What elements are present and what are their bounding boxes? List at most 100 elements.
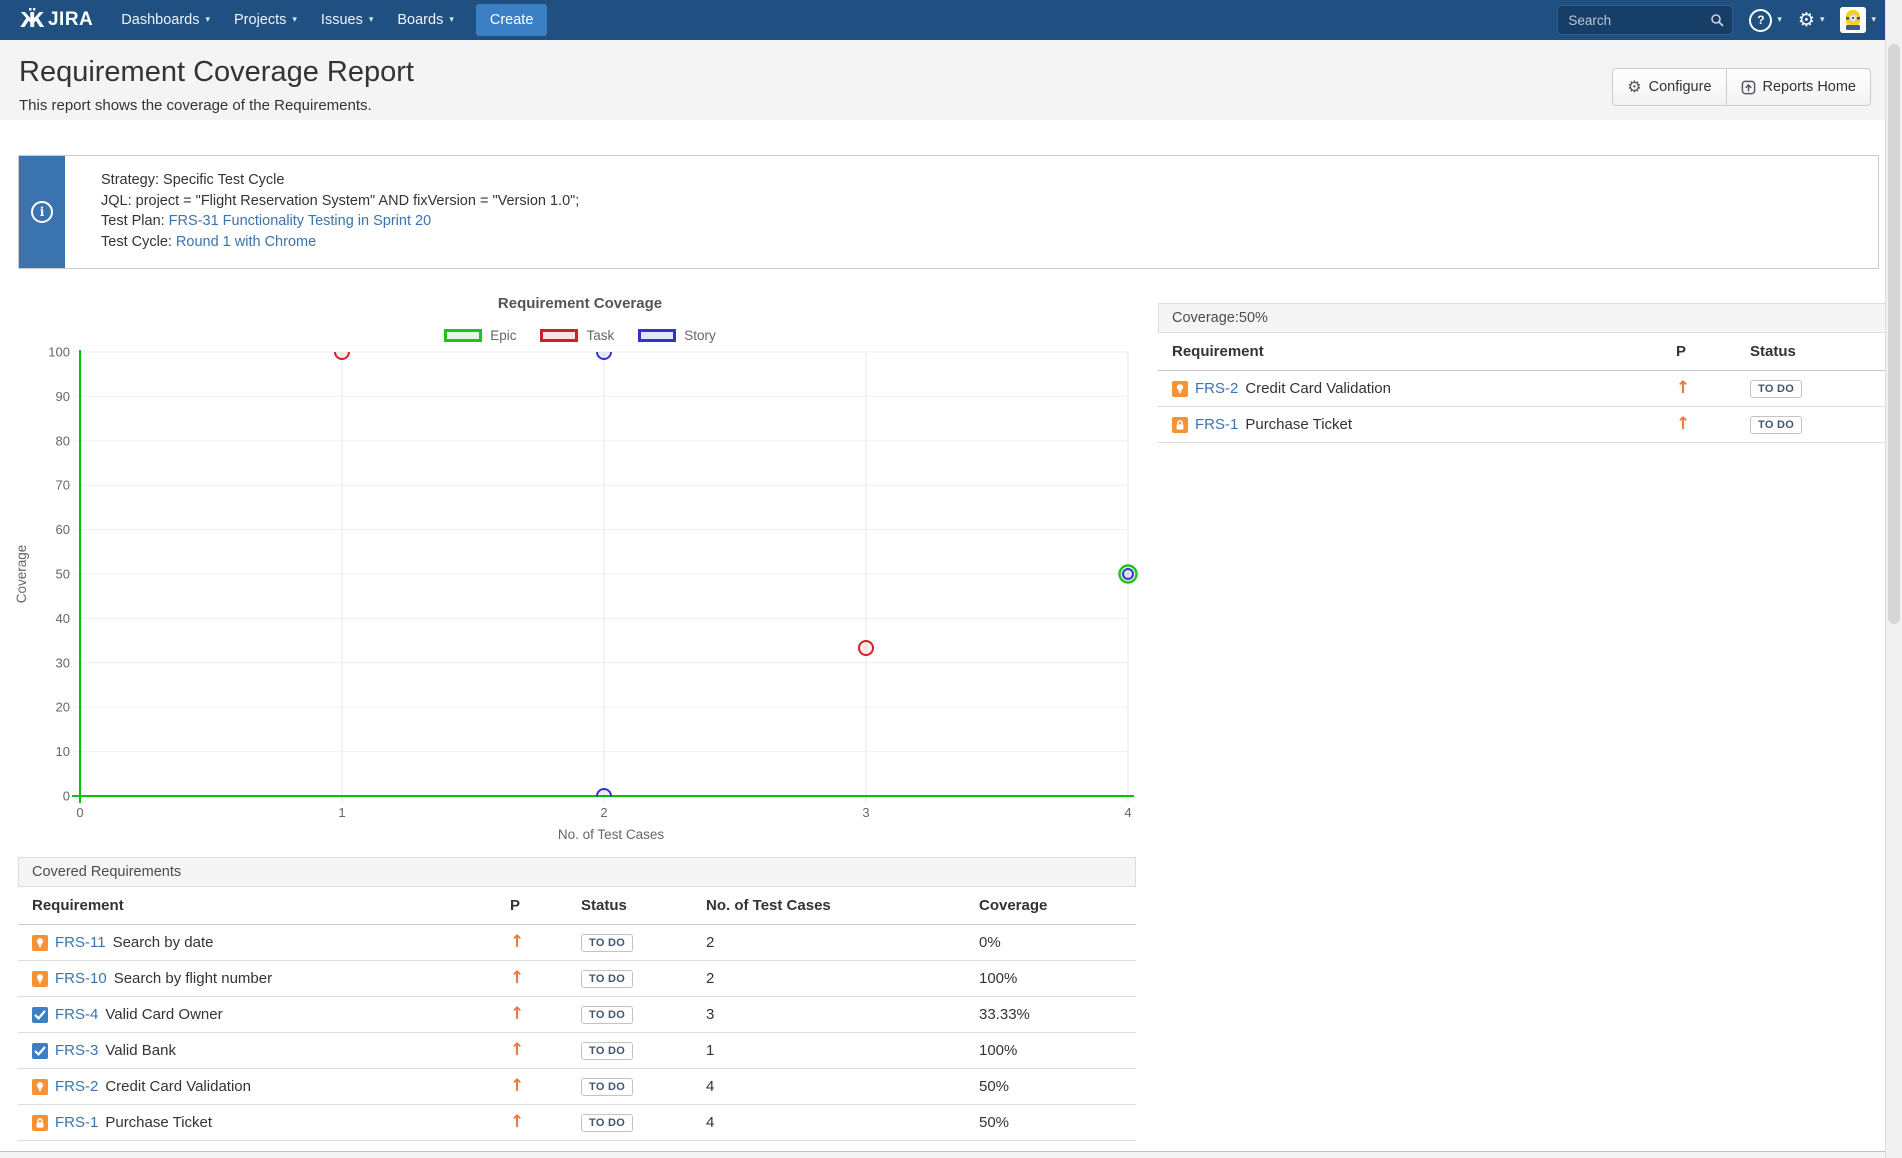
test-plan-link[interactable]: FRS-31 Functionality Testing in Sprint 2… xyxy=(169,213,431,229)
issue-summary: Credit Card Validation xyxy=(105,1078,251,1095)
priority-cell: ↑ xyxy=(510,1042,581,1059)
lock-icon xyxy=(1172,417,1188,433)
test-cycle-link[interactable]: Round 1 with Chrome xyxy=(176,234,316,250)
legend-swatch-icon xyxy=(444,329,482,342)
nav-item-projects[interactable]: Projects▾ xyxy=(222,0,309,40)
configure-button[interactable]: ⚙ Configure xyxy=(1612,68,1726,106)
coverage-value: 50% xyxy=(979,1114,1136,1131)
legend-label: Task xyxy=(586,328,614,343)
status-cell: TO DO xyxy=(581,1077,706,1096)
svg-text:No. of Test Cases: No. of Test Cases xyxy=(558,827,665,842)
status-cell: TO DO xyxy=(581,1005,706,1024)
create-button[interactable]: Create xyxy=(476,4,548,36)
check-icon xyxy=(32,1007,48,1023)
nav-item-label: Issues xyxy=(321,12,363,28)
nav-item-label: Boards xyxy=(397,12,443,28)
issue-key-link[interactable]: FRS-11 xyxy=(55,934,106,951)
user-menu[interactable]: ▾ xyxy=(1840,7,1876,33)
vertical-scrollbar[interactable] xyxy=(1885,0,1902,1158)
chevron-down-icon: ▾ xyxy=(1777,15,1782,25)
navbar-right: ? ▾ ⚙ ▾ ▾ xyxy=(1557,5,1876,35)
requirement-coverage-report-page: Ӝ JIRA Dashboards▾Projects▾Issues▾Boards… xyxy=(0,0,1902,1158)
coverage-panel-column-headers: Requirement P Status xyxy=(1158,333,1886,371)
scrollbar-thumb[interactable] xyxy=(1888,44,1900,624)
issue-key-link[interactable]: FRS-1 xyxy=(1195,416,1238,433)
status-cell: TO DO xyxy=(581,933,706,952)
legend-swatch-icon xyxy=(638,329,676,342)
priority-up-icon: ↑ xyxy=(510,1040,524,1060)
legend-task: Task xyxy=(540,328,614,343)
reports-home-button[interactable]: Reports Home xyxy=(1727,68,1871,106)
svg-text:30: 30 xyxy=(56,655,70,670)
chevron-down-icon: ▾ xyxy=(292,15,297,25)
requirement-coverage-chart: Requirement Coverage EpicTaskStory 01020… xyxy=(0,295,1160,855)
status-badge: TO DO xyxy=(581,1114,633,1132)
issue-summary: Purchase Ticket xyxy=(105,1114,212,1131)
svg-text:Coverage: Coverage xyxy=(14,545,29,604)
nav-item-boards[interactable]: Boards ▾ xyxy=(385,0,465,40)
search-input[interactable] xyxy=(1566,12,1710,29)
chevron-down-icon: ▾ xyxy=(449,15,454,25)
requirement-cell: FRS-10 Search by flight number xyxy=(18,970,510,987)
coverage-panel: Coverage:50% Requirement P Status FRS-2C… xyxy=(1158,303,1886,443)
issue-key-link[interactable]: FRS-4 xyxy=(55,1006,98,1023)
issue-summary: Valid Card Owner xyxy=(105,1006,222,1023)
coverage-value: 100% xyxy=(979,970,1136,987)
issue-key-link[interactable]: FRS-2 xyxy=(1195,380,1238,397)
help-menu[interactable]: ? ▾ xyxy=(1749,9,1782,32)
status-badge: TO DO xyxy=(581,970,633,988)
report-info-box: i Strategy:Specific Test Cycle JQL:proje… xyxy=(18,155,1879,269)
coverage-scatter-plot: 010203040506070809010001234No. of Test C… xyxy=(0,345,1160,850)
info-icon: i xyxy=(31,201,53,223)
test-cases-value: 1 xyxy=(706,1042,979,1059)
requirement-cell: FRS-3Valid Bank xyxy=(18,1042,510,1059)
main-nav: Dashboards▾Projects▾Issues▾Boards▾ xyxy=(109,0,466,40)
chevron-down-icon: ▾ xyxy=(369,15,374,25)
info-content: Strategy:Specific Test Cycle JQL:project… xyxy=(65,156,579,268)
requirement-cell: FRS-2 Credit Card Validation xyxy=(18,1078,510,1095)
requirement-cell: FRS-1 Purchase Ticket xyxy=(18,1114,510,1131)
top-navbar: Ӝ JIRA Dashboards▾Projects▾Issues▾Boards… xyxy=(0,0,1902,40)
status-cell: TO DO xyxy=(581,1113,706,1132)
test-cases-value: 2 xyxy=(706,970,979,987)
issue-key-link[interactable]: FRS-2 xyxy=(55,1078,98,1095)
bulb-icon xyxy=(32,971,48,987)
priority-up-icon: ↑ xyxy=(510,1004,524,1024)
chevron-down-icon: ▾ xyxy=(1871,15,1876,25)
requirement-cell: FRS-11Search by date xyxy=(18,934,510,951)
priority-cell: ↑ xyxy=(510,1006,581,1023)
strategy-line: Strategy:Specific Test Cycle xyxy=(101,170,579,191)
lock-icon xyxy=(32,1115,48,1131)
status-cell: TO DO xyxy=(581,969,706,988)
settings-menu[interactable]: ⚙ ▾ xyxy=(1798,11,1825,30)
test-plan-line: Test Plan:FRS-31 Functionality Testing i… xyxy=(101,211,579,232)
priority-cell: ↑ xyxy=(1676,380,1750,397)
issue-key-link[interactable]: FRS-1 xyxy=(55,1114,98,1131)
jira-logo[interactable]: Ӝ JIRA xyxy=(20,9,93,31)
issue-summary: Search by flight number xyxy=(114,970,272,987)
test-cycle-line: Test Cycle:Round 1 with Chrome xyxy=(101,232,579,253)
issue-summary: Purchase Ticket xyxy=(1245,416,1352,433)
status-badge: TO DO xyxy=(581,1078,633,1096)
nav-item-label: Dashboards xyxy=(121,12,199,28)
svg-text:0: 0 xyxy=(76,805,83,820)
coverage-value: 100% xyxy=(979,1042,1136,1059)
requirement-cell: FRS-4 Valid Card Owner xyxy=(18,1006,510,1023)
bulb-icon xyxy=(32,935,48,951)
svg-text:100: 100 xyxy=(48,345,70,360)
issue-key-link[interactable]: FRS-10 xyxy=(55,970,107,987)
chevron-down-icon: ▾ xyxy=(205,15,210,25)
table-row: FRS-1Purchase Ticket↑TO DO450% xyxy=(18,1105,1136,1141)
bulb-icon xyxy=(32,1079,48,1095)
coverage-value: 33.33% xyxy=(979,1006,1136,1023)
svg-text:3: 3 xyxy=(862,805,869,820)
test-cases-value: 3 xyxy=(706,1006,979,1023)
nav-item-issues[interactable]: Issues ▾ xyxy=(309,0,385,40)
issue-key-link[interactable]: FRS-3 xyxy=(55,1042,98,1059)
nav-item-dashboards[interactable]: Dashboards ▾ xyxy=(109,0,222,40)
status-cell: TO DO xyxy=(1750,379,1886,398)
header-actions: ⚙ Configure Reports Home xyxy=(1612,68,1871,106)
page-title: Requirement Coverage Report xyxy=(19,56,414,89)
table-row: FRS-1Purchase Ticket↑TO DO xyxy=(1158,407,1886,443)
report-home-icon xyxy=(1741,80,1756,95)
